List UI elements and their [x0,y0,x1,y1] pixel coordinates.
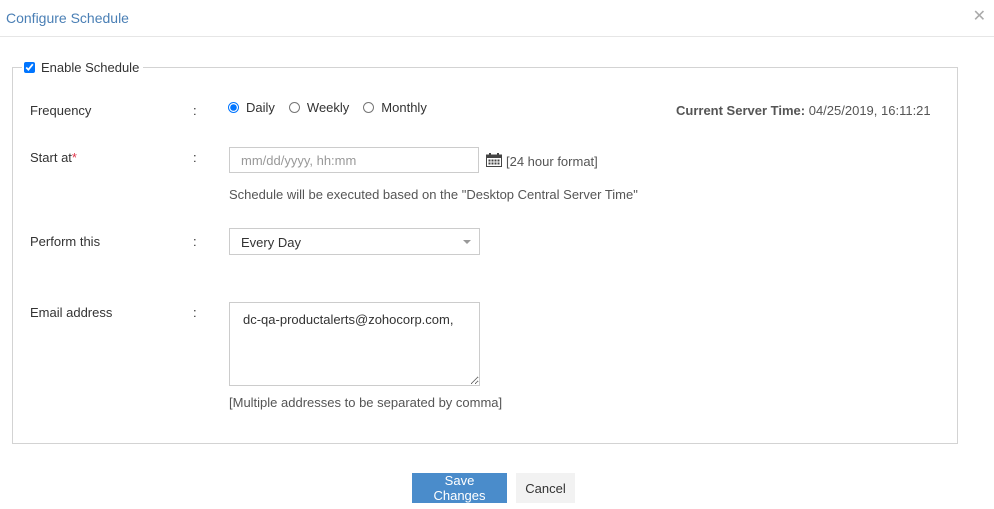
daily-radio[interactable] [228,102,239,113]
weekly-label: Weekly [306,100,350,115]
calendar-icon[interactable] [486,153,502,167]
frequency-option-monthly[interactable]: Monthly [363,100,427,115]
chevron-down-icon [463,240,471,244]
perform-this-colon: : [193,234,197,249]
frequency-label: Frequency [30,103,92,118]
format-hint: [24 hour format] [506,154,598,169]
monthly-label: Monthly [381,100,427,115]
frequency-option-weekly[interactable]: Weekly [288,100,350,115]
server-time-label: Current Server Time: [676,103,806,118]
weekly-radio[interactable] [288,102,300,113]
daily-label: Daily [246,100,275,115]
enable-schedule-toggle[interactable]: Enable Schedule [22,60,144,75]
server-time-value: 04/25/2019, 16:11:21 [808,103,931,118]
start-at-input[interactable] [229,147,479,173]
dialog-title: Configure Schedule [6,10,129,26]
required-marker: * [71,150,77,165]
close-icon[interactable]: ✕ [973,6,986,26]
monthly-radio[interactable] [363,102,375,113]
cancel-button[interactable]: Cancel [516,473,575,503]
perform-this-value: Every Day [241,235,301,250]
enable-schedule-checkbox[interactable] [24,62,35,73]
start-at-colon: : [193,150,197,165]
frequency-colon: : [193,103,197,118]
frequency-option-daily[interactable]: Daily [228,100,275,115]
save-changes-button[interactable]: Save Changes [412,473,507,503]
perform-this-label: Perform this [30,234,101,249]
dialog-header: Configure Schedule ✕ [0,0,994,37]
server-time-note: Schedule will be executed based on the "… [229,187,638,202]
frequency-radio-group: Daily Weekly Monthly [228,100,441,115]
enable-schedule-label: Enable Schedule [41,60,140,75]
schedule-fieldset [12,67,958,444]
current-server-time: Current Server Time: 04/25/2019, 16:11:2… [676,103,931,118]
email-colon: : [193,305,197,320]
start-at-label: Start at* [30,150,77,165]
email-textarea[interactable]: dc-qa-productalerts@zohocorp.com, [229,302,480,386]
email-label: Email address [30,305,113,320]
email-hint: [Multiple addresses to be separated by c… [229,395,503,410]
start-at-label-text: Start at [30,150,72,165]
perform-this-select[interactable]: Every Day [229,228,480,255]
